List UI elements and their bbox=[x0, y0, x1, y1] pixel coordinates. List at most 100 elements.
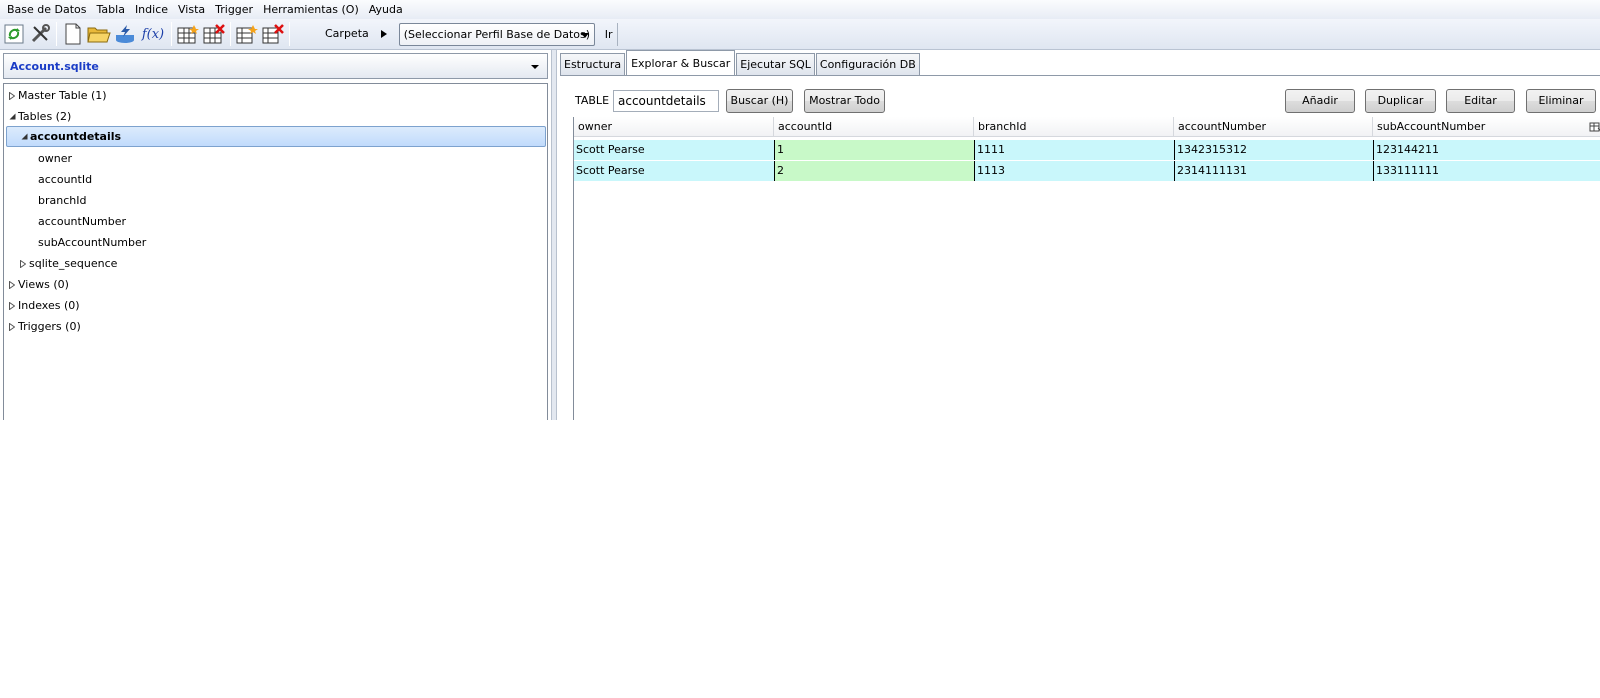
menu-ayuda[interactable]: Ayuda bbox=[364, 0, 408, 19]
menu-tabla[interactable]: Tabla bbox=[92, 0, 130, 19]
cell-accountid[interactable]: 2 bbox=[774, 161, 974, 181]
expand-icon[interactable] bbox=[18, 259, 28, 269]
tab-explorar-buscar[interactable]: Explorar & Buscar bbox=[626, 50, 736, 76]
cell-subaccountnumber[interactable]: 133111111 bbox=[1373, 161, 1600, 181]
function-icon[interactable]: f(x) bbox=[138, 21, 168, 47]
add-button[interactable]: Añadir bbox=[1285, 89, 1355, 113]
cell-accountnumber[interactable]: 1342315312 bbox=[1174, 140, 1373, 160]
tab-estructura[interactable]: Estructura bbox=[560, 53, 626, 76]
menu-bar: Base de Datos Tabla Indice Vista Trigger… bbox=[0, 0, 1600, 19]
toolbar-separator bbox=[230, 22, 231, 46]
duplicate-button[interactable]: Duplicar bbox=[1365, 89, 1436, 113]
table-name-field[interactable]: accountdetails bbox=[613, 90, 719, 112]
table-row[interactable]: Scott Pearse 2 1113 2314111131 133111111 bbox=[574, 161, 1600, 182]
expand-icon[interactable] bbox=[7, 91, 17, 101]
edit-button[interactable]: Editar bbox=[1446, 89, 1515, 113]
tree-item-column[interactable]: accountNumber bbox=[38, 211, 126, 232]
column-header-subaccountnumber[interactable]: subAccountNumber bbox=[1373, 117, 1573, 137]
tree-item-label: Master Table (1) bbox=[18, 89, 107, 102]
collapse-icon[interactable] bbox=[19, 132, 29, 142]
expand-icon[interactable] bbox=[7, 280, 17, 290]
tree-item-label: Triggers (0) bbox=[18, 320, 81, 333]
toolbar-separator bbox=[56, 22, 57, 46]
cell-branchid[interactable]: 1111 bbox=[974, 140, 1174, 160]
delete-table-icon[interactable] bbox=[201, 21, 227, 47]
tree-item-label: branchId bbox=[38, 194, 87, 207]
browse-toolbar: TABLE accountdetails Buscar (H) Mostrar … bbox=[575, 88, 1600, 114]
delete-index-icon[interactable] bbox=[260, 21, 286, 47]
profile-select-value: (Seleccionar Perfil Base de Datos) bbox=[403, 27, 591, 41]
tree-item-views[interactable]: Views (0) bbox=[7, 274, 69, 295]
column-header-accountnumber[interactable]: accountNumber bbox=[1174, 117, 1373, 137]
create-index-icon[interactable] bbox=[234, 21, 260, 47]
tree-item-accountdetails[interactable]: accountdetails bbox=[6, 126, 546, 147]
menu-herramientas[interactable]: Herramientas (O) bbox=[258, 0, 364, 19]
tree-item-column[interactable]: accountId bbox=[38, 169, 92, 190]
toolbar-separator bbox=[171, 22, 172, 46]
tree-item-tables[interactable]: Tables (2) bbox=[7, 106, 71, 127]
refresh-icon[interactable] bbox=[1, 21, 27, 47]
function-label: f(x) bbox=[141, 26, 165, 42]
cell-owner[interactable]: Scott Pearse bbox=[574, 140, 774, 160]
tree-item-column[interactable]: branchId bbox=[38, 190, 86, 211]
expand-icon[interactable] bbox=[7, 301, 17, 311]
new-file-icon[interactable] bbox=[60, 21, 86, 47]
tree-item-column[interactable]: owner bbox=[38, 148, 72, 169]
tree-item-indexes[interactable]: Indexes (0) bbox=[7, 295, 80, 316]
app-window: Base de Datos Tabla Indice Vista Trigger… bbox=[0, 0, 1600, 420]
data-grid[interactable]: owner accountId branchId accountNumber s… bbox=[573, 117, 1600, 420]
menu-trigger[interactable]: Trigger bbox=[210, 0, 258, 19]
table-row[interactable]: Scott Pearse 1 1111 1342315312 123144211 bbox=[574, 140, 1600, 161]
cell-subaccountnumber[interactable]: 123144211 bbox=[1373, 140, 1600, 160]
chevron-right-icon[interactable] bbox=[377, 27, 391, 41]
table-label: TABLE bbox=[575, 94, 610, 107]
tree-item-triggers[interactable]: Triggers (0) bbox=[7, 316, 81, 337]
tools-icon[interactable] bbox=[27, 21, 53, 47]
tree-item-column[interactable]: subAccountNumber bbox=[38, 232, 146, 253]
column-header-branchid[interactable]: branchId bbox=[974, 117, 1174, 137]
tree-item-master-table[interactable]: Master Table (1) bbox=[7, 85, 107, 106]
schema-tree: Master Table (1) Tables (2) accountdetai… bbox=[3, 83, 548, 420]
tree-item-label: accountId bbox=[38, 173, 93, 186]
tree-item-label: accountdetails bbox=[30, 130, 122, 143]
menu-base-de-datos[interactable]: Base de Datos bbox=[2, 0, 92, 19]
go-button[interactable]: Ir bbox=[601, 22, 618, 46]
tree-item-label: Views (0) bbox=[18, 278, 69, 291]
tree-item-label: sqlite_sequence bbox=[29, 257, 118, 270]
tab-bar: Estructura Explorar & Buscar Ejecutar SQ… bbox=[560, 50, 921, 76]
tab-panel-border bbox=[560, 75, 1600, 76]
toolbar-separator bbox=[289, 22, 290, 46]
column-header-owner[interactable]: owner bbox=[574, 117, 774, 137]
show-all-button[interactable]: Mostrar Todo bbox=[804, 89, 885, 113]
open-folder-icon[interactable] bbox=[86, 21, 112, 47]
chevron-down-icon bbox=[531, 65, 539, 69]
cell-owner[interactable]: Scott Pearse bbox=[574, 161, 774, 181]
cell-accountnumber[interactable]: 2314111131 bbox=[1174, 161, 1373, 181]
panel-splitter[interactable] bbox=[551, 50, 557, 420]
folder-label[interactable]: Carpeta bbox=[293, 21, 377, 47]
collapse-icon[interactable] bbox=[7, 112, 17, 122]
column-chooser-icon[interactable] bbox=[1589, 121, 1600, 133]
chevron-down-icon bbox=[580, 32, 589, 38]
database-name: Account.sqlite bbox=[10, 59, 99, 73]
menu-vista[interactable]: Vista bbox=[173, 0, 210, 19]
tab-ejecutar-sql[interactable]: Ejecutar SQL bbox=[736, 53, 815, 76]
cell-branchid[interactable]: 1113 bbox=[974, 161, 1174, 181]
expand-icon[interactable] bbox=[7, 322, 17, 332]
create-table-icon[interactable] bbox=[175, 21, 201, 47]
tree-item-label: owner bbox=[38, 152, 72, 165]
cell-accountid[interactable]: 1 bbox=[774, 140, 974, 160]
tree-item-sqlite-sequence[interactable]: sqlite_sequence bbox=[18, 253, 117, 274]
profile-select[interactable]: (Seleccionar Perfil Base de Datos) bbox=[398, 22, 595, 46]
menu-indice[interactable]: Indice bbox=[130, 0, 173, 19]
tab-configuracion-db[interactable]: Configuración DB bbox=[815, 53, 920, 76]
column-header-accountid[interactable]: accountId bbox=[774, 117, 974, 137]
database-select[interactable]: Account.sqlite bbox=[3, 53, 548, 79]
grid-header: owner accountId branchId accountNumber s… bbox=[574, 117, 1600, 137]
delete-button[interactable]: Eliminar bbox=[1526, 89, 1596, 113]
tree-item-label: Indexes (0) bbox=[18, 299, 80, 312]
toolbar: f(x) Carpeta (Seleccionar Perfil Base de… bbox=[0, 19, 1600, 50]
tree-item-label: subAccountNumber bbox=[38, 236, 147, 249]
search-button[interactable]: Buscar (H) bbox=[726, 89, 793, 113]
attach-db-icon[interactable] bbox=[112, 21, 138, 47]
